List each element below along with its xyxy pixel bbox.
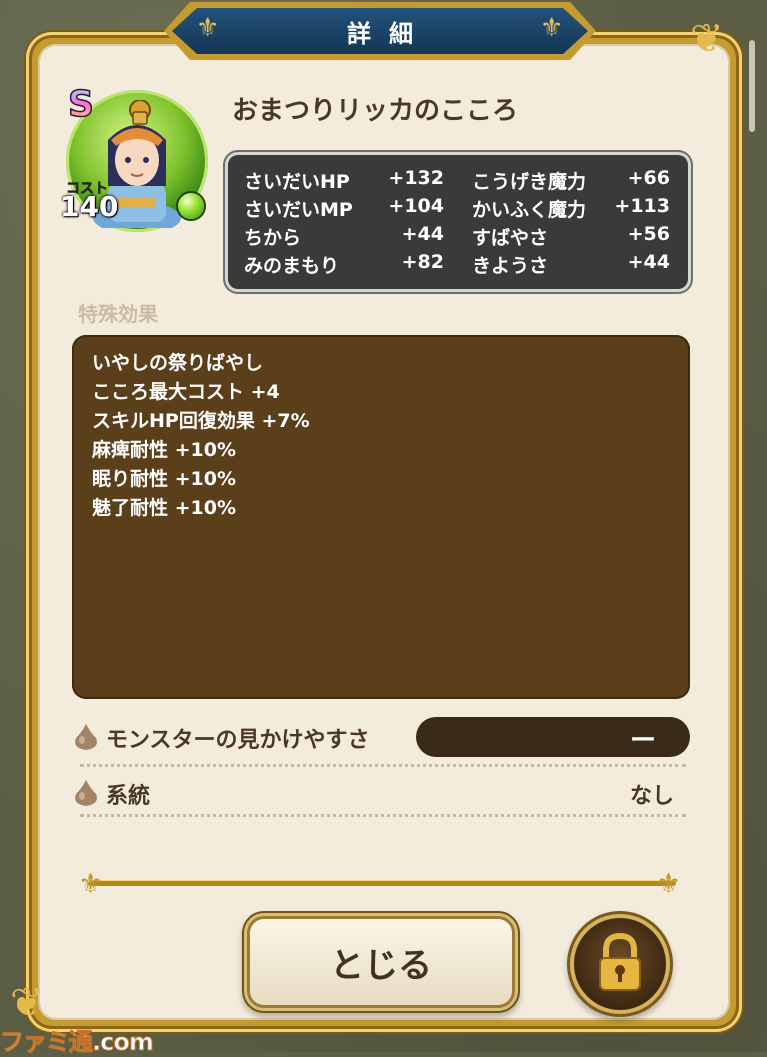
divider-dotted (80, 764, 686, 767)
title-bar: 詳細 (172, 8, 588, 54)
lineage-value: なし (630, 784, 675, 809)
stat-value: +56 (627, 223, 670, 245)
stat-row: さいだいHP +132 (244, 167, 444, 193)
stat-label: さいだいHP (244, 171, 350, 193)
stat-label: ちから (244, 227, 302, 249)
effect-item: スキルHP回復効果 +7% (92, 410, 310, 432)
drop-icon (75, 724, 97, 750)
scrollbar[interactable] (749, 40, 755, 132)
stat-label: さいだいMP (244, 199, 353, 221)
divider-ornament-right-icon: ⚜ (656, 867, 682, 900)
stat-value: +113 (614, 195, 670, 217)
stat-value: +66 (627, 167, 670, 189)
stat-label: みのまもり (244, 255, 340, 277)
ornamental-divider (88, 880, 676, 886)
rank-badge: S (67, 83, 94, 126)
stat-row: さいだいMP +104 (244, 195, 444, 221)
stat-value: +132 (388, 167, 444, 189)
divider-ornament-left-icon: ⚜ (78, 867, 104, 900)
stat-row: ちから +44 (244, 223, 444, 249)
dialog-title: 詳細 (347, 19, 431, 48)
stat-value: +82 (401, 251, 444, 273)
fleur-left-icon: ⚜ (196, 13, 220, 43)
stat-value: +44 (627, 251, 670, 273)
stat-row: みのまもり +82 (244, 251, 444, 277)
corner-ornament-top-right: ❦ (690, 16, 724, 62)
visibility-label: モンスターの見かけやすさ (106, 728, 370, 753)
stat-row: かいふく魔力 +113 (472, 195, 670, 221)
green-orb-icon (178, 193, 204, 219)
effect-item: いやしの祭りばやし (92, 352, 264, 374)
stat-row: すばやさ +56 (472, 223, 670, 249)
stats-panel: さいだいHP +132 こうげき魔力 +66 さいだいMP +104 かいふく魔… (228, 155, 688, 289)
close-button[interactable]: とじる (250, 919, 512, 1005)
lineage-label: 系統 (106, 784, 151, 809)
effect-item: 眠り耐性 +10% (92, 468, 237, 490)
effect-item: 魅了耐性 +10% (92, 497, 237, 519)
stat-row: こうげき魔力 +66 (472, 167, 670, 193)
stat-label: こうげき魔力 (472, 171, 587, 193)
cost-value: 140 (60, 190, 119, 223)
stat-label: すばやさ (472, 227, 549, 249)
visibility-value: ー (630, 726, 657, 756)
stat-label: かいふく魔力 (472, 199, 587, 221)
lock-button[interactable] (574, 918, 666, 1010)
effect-item: こころ最大コスト +4 (92, 381, 280, 403)
close-button-label: とじる (330, 945, 432, 986)
card-name: おまつりリッカのこころ (232, 96, 519, 126)
special-effects-label: 特殊効果 (78, 302, 158, 326)
divider-dotted (80, 814, 686, 817)
lock-icon (599, 932, 641, 991)
stat-row: きようさ +44 (472, 251, 670, 277)
stat-value: +44 (401, 223, 444, 245)
stat-value: +104 (388, 195, 444, 217)
stat-label: きようさ (472, 255, 549, 277)
fleur-right-icon: ⚜ (540, 13, 564, 43)
corner-ornament-bottom-left: ❦ (10, 980, 44, 1026)
effect-item: 麻痺耐性 +10% (92, 439, 237, 461)
drop-icon (75, 780, 97, 806)
